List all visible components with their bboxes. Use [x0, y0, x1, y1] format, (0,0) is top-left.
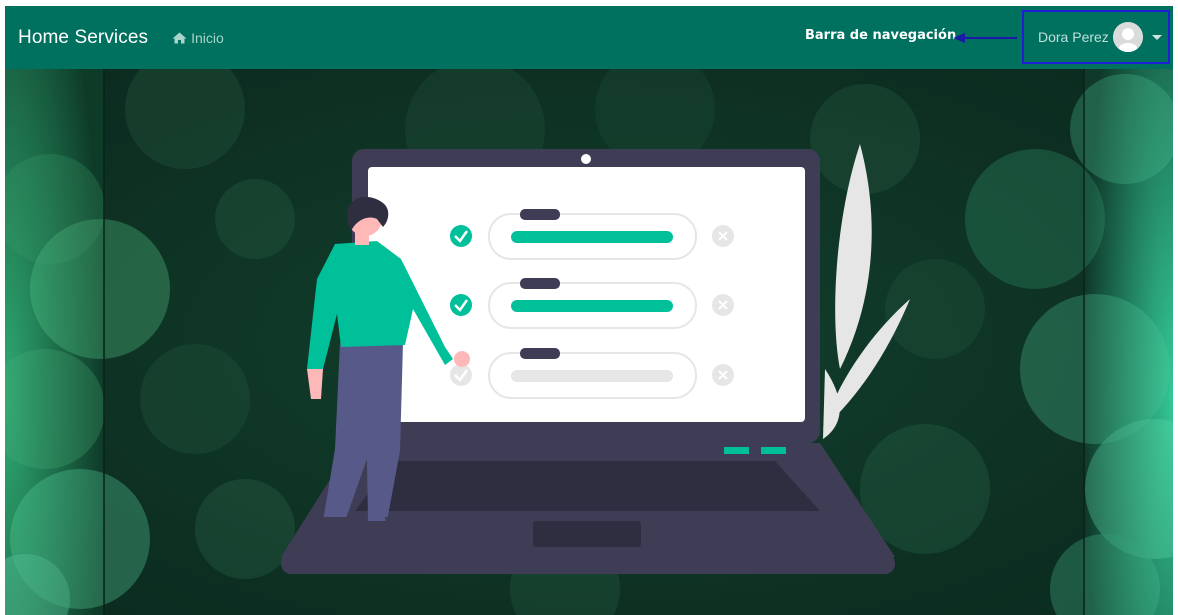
checklist-illustration — [450, 209, 734, 399]
nav-home-link[interactable]: Inicio — [172, 30, 224, 46]
user-name: Dora Perez — [1038, 29, 1109, 45]
hero-banner — [5, 69, 1173, 615]
annotation-label: Barra de navegación — [805, 28, 957, 43]
hero-illustration — [5, 69, 1173, 615]
home-icon — [172, 32, 187, 43]
user-menu[interactable]: Dora Perez — [1022, 10, 1170, 64]
app-window: Home Services Inicio Barra de navegación… — [5, 6, 1173, 615]
user-avatar-icon — [1112, 22, 1143, 52]
navbar: Home Services Inicio Barra de navegación… — [5, 6, 1173, 69]
nav-home-label: Inicio — [191, 29, 224, 46]
brand-link[interactable]: Home Services — [18, 27, 148, 49]
arrow-left-icon — [953, 33, 1017, 43]
caret-down-icon[interactable] — [1151, 34, 1162, 40]
